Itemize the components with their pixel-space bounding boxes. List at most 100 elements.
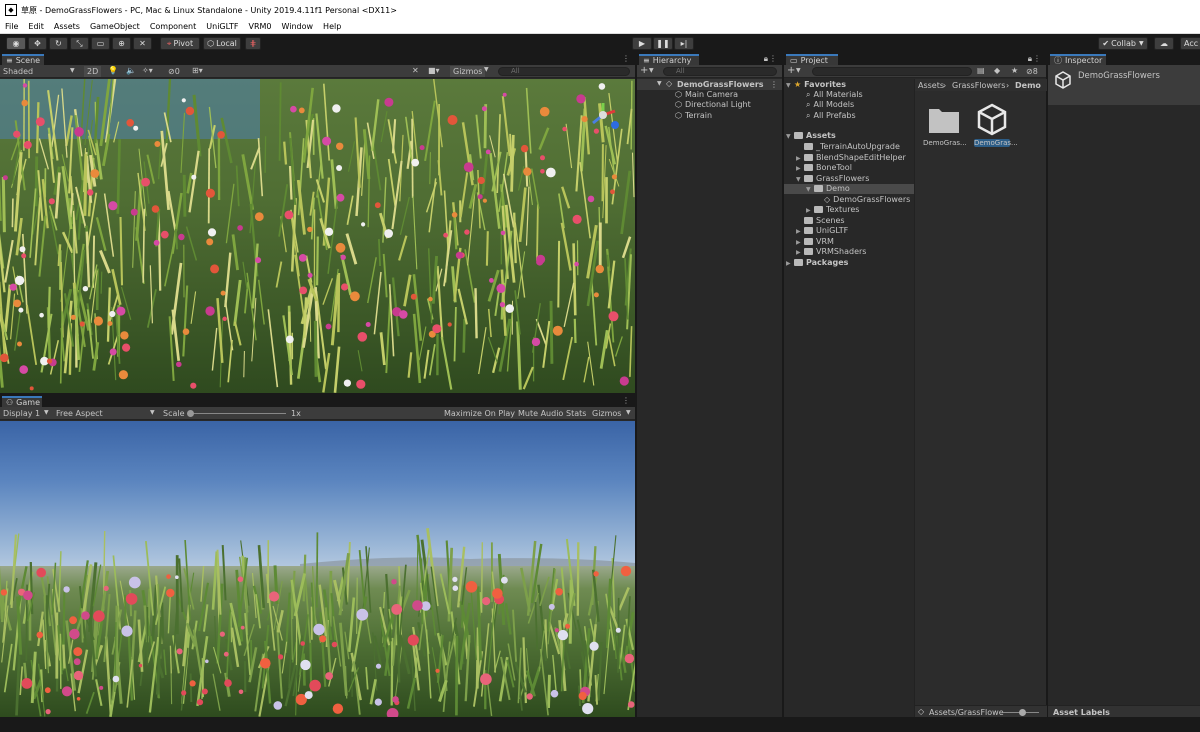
pivot-toggle[interactable]: ⌖ Pivot <box>160 37 200 50</box>
kebab-icon[interactable]: ⋮ <box>770 80 778 89</box>
menu-file[interactable]: File <box>0 22 23 31</box>
add-icon[interactable]: + <box>787 65 795 76</box>
project-tree-item[interactable]: _TerrainAutoUpgrade <box>784 142 914 152</box>
collab-button[interactable]: ✔ Collab ▼ <box>1098 37 1148 50</box>
favorite-item[interactable]: ⌕ All Materials <box>806 90 863 100</box>
tab-game[interactable]: ⚇ Game <box>2 396 42 407</box>
game-gizmos-toggle[interactable]: Gizmos <box>592 409 621 418</box>
view-tool-button[interactable]: ◉ <box>6 37 26 50</box>
scene-search-input[interactable]: All <box>498 67 630 76</box>
2d-toggle[interactable]: 2D <box>84 66 102 77</box>
play-button[interactable]: ▶ <box>632 37 652 50</box>
custom-tool-button[interactable]: ✕ <box>133 37 152 50</box>
favorite-item[interactable]: ⌕ All Models <box>806 100 854 110</box>
lock-icon[interactable]: 🔒︎ <box>1028 54 1032 64</box>
asset-item-folder[interactable]: DemoGras... <box>923 101 967 151</box>
breadcrumb-item-current[interactable]: Demo <box>1015 81 1041 90</box>
kebab-icon[interactable]: ⋮ <box>622 396 630 405</box>
rotate-tool-button[interactable]: ↻ <box>49 37 68 50</box>
scale-slider[interactable] <box>190 413 286 414</box>
account-button[interactable]: Acc <box>1180 37 1200 50</box>
tools-icon[interactable]: ✕ <box>412 66 419 75</box>
project-tree-item[interactable]: ▶ BlendShapeEditHelper <box>784 153 914 163</box>
favorite-star-icon[interactable]: ★ <box>1011 66 1018 75</box>
shading-mode-dropdown[interactable]: Shaded <box>3 67 33 76</box>
lock-icon[interactable]: 🔒︎ <box>764 54 768 64</box>
menu-component[interactable]: Component <box>145 22 201 31</box>
game-viewport[interactable] <box>0 421 635 717</box>
favorites-section[interactable]: ▼ ★ Favorites <box>786 80 846 90</box>
rect-tool-button[interactable]: ▭ <box>91 37 110 50</box>
chevron-right-icon[interactable]: ▶ <box>796 164 804 174</box>
camera-icon[interactable]: ■▾ <box>428 66 440 75</box>
project-tree-item[interactable]: ▶ UniGLTF <box>784 226 914 236</box>
menu-vrm0[interactable]: VRM0 <box>243 22 276 31</box>
aspect-dropdown[interactable]: Free Aspect <box>56 409 103 418</box>
project-tree-item[interactable]: ▶ VRMShaders <box>784 247 914 257</box>
hierarchy-scene-row[interactable]: ▼ ◇ DemoGrassFlowers ⋮ <box>637 79 782 90</box>
project-tree-item[interactable]: Scenes <box>784 216 914 226</box>
display-dropdown[interactable]: Display 1 <box>3 409 40 418</box>
scene-viewport[interactable] <box>0 79 635 393</box>
maximize-on-play-toggle[interactable]: Maximize On Play <box>444 409 515 418</box>
stats-toggle[interactable]: Stats <box>566 409 586 418</box>
project-tree-item[interactable]: ◇ DemoGrassFlowers <box>784 195 914 205</box>
transform-tool-button[interactable]: ⊕ <box>112 37 131 50</box>
hierarchy-item[interactable]: ⬡ Main Camera <box>675 90 738 100</box>
audio-icon[interactable]: 🔈 <box>126 66 136 75</box>
tab-inspector[interactable]: ⓘ Inspector <box>1050 54 1106 65</box>
hierarchy-search-input[interactable]: All <box>663 67 777 76</box>
effects-icon[interactable]: ✧▾ <box>142 66 153 75</box>
grid-icon[interactable]: ⊞▾ <box>192 66 203 75</box>
asset-item-scene[interactable]: DemoGras... <box>971 101 1018 151</box>
orientation-gizmo[interactable] <box>585 99 625 139</box>
icon-size-slider-thumb[interactable] <box>1019 709 1026 716</box>
snap-grid-button[interactable]: ⋕ <box>245 37 261 50</box>
project-tree-item[interactable]: ▶ VRM <box>784 237 914 247</box>
hierarchy-item[interactable]: ⬡ Terrain <box>675 111 712 121</box>
move-tool-button[interactable]: ✥ <box>28 37 47 50</box>
menu-unigltf[interactable]: UniGLTF <box>201 22 243 31</box>
menu-window[interactable]: Window <box>277 22 319 31</box>
tab-scene[interactable]: ≡ Scene <box>2 54 44 65</box>
breadcrumb-item[interactable]: GrassFlowers <box>952 81 1005 90</box>
kebab-icon[interactable]: ⋮ <box>769 54 777 63</box>
pause-button[interactable]: ❚❚ <box>653 37 673 50</box>
assets-section[interactable]: ▼ Assets <box>786 131 836 141</box>
favorite-item[interactable]: ⌕ All Prefabs <box>806 111 856 121</box>
project-tree-item[interactable]: ▶ BoneTool <box>784 163 914 173</box>
light-icon[interactable]: 💡 <box>108 66 118 75</box>
gizmos-dropdown[interactable]: Gizmos <box>450 66 486 77</box>
tab-project[interactable]: ▭ Project <box>786 54 838 65</box>
kebab-icon[interactable]: ⋮ <box>1033 54 1041 63</box>
project-tree-item[interactable]: ▶ Textures <box>784 205 914 215</box>
cloud-button[interactable]: ☁ <box>1154 37 1174 50</box>
filter-type-icon[interactable]: ▤ <box>977 66 985 75</box>
menu-edit[interactable]: Edit <box>23 22 49 31</box>
chevron-right-icon[interactable]: ▶ <box>796 248 804 258</box>
asset-labels-bar[interactable]: Asset Labels <box>1048 705 1200 717</box>
menu-assets[interactable]: Assets <box>49 22 85 31</box>
hidden-packages-icon[interactable]: ⊘8 <box>1026 67 1038 76</box>
local-toggle[interactable]: ⬡ Local <box>203 37 241 50</box>
tab-hierarchy[interactable]: ≡ Hierarchy <box>639 54 699 65</box>
step-button[interactable]: ▸| <box>674 37 694 50</box>
hierarchy-item[interactable]: ⬡ Directional Light <box>675 100 751 110</box>
chevron-down-icon[interactable]: ▼ <box>806 185 814 195</box>
chevron-right-icon[interactable]: ▶ <box>796 227 804 237</box>
project-tree-item[interactable]: ▼ Demo <box>784 184 914 194</box>
menu-help[interactable]: Help <box>318 22 346 31</box>
project-tree-item[interactable]: ▼ GrassFlowers <box>784 174 914 184</box>
project-search-input[interactable] <box>812 67 972 76</box>
filter-label-icon[interactable]: ◆ <box>994 66 1000 75</box>
add-icon[interactable]: + <box>640 65 648 76</box>
chevron-right-icon[interactable]: ▶ <box>806 206 814 216</box>
kebab-icon[interactable]: ⋮ <box>622 54 630 63</box>
breadcrumb-item[interactable]: Assets <box>918 81 944 90</box>
menu-gameobject[interactable]: GameObject <box>85 22 145 31</box>
packages-section[interactable]: ▶ Packages <box>786 258 848 268</box>
scale-slider-thumb[interactable] <box>187 410 194 417</box>
hidden-objects-icon[interactable]: ⊘0 <box>168 67 180 76</box>
mute-audio-toggle[interactable]: Mute Audio <box>518 409 563 418</box>
scale-tool-button[interactable]: ⤡ <box>70 37 89 50</box>
